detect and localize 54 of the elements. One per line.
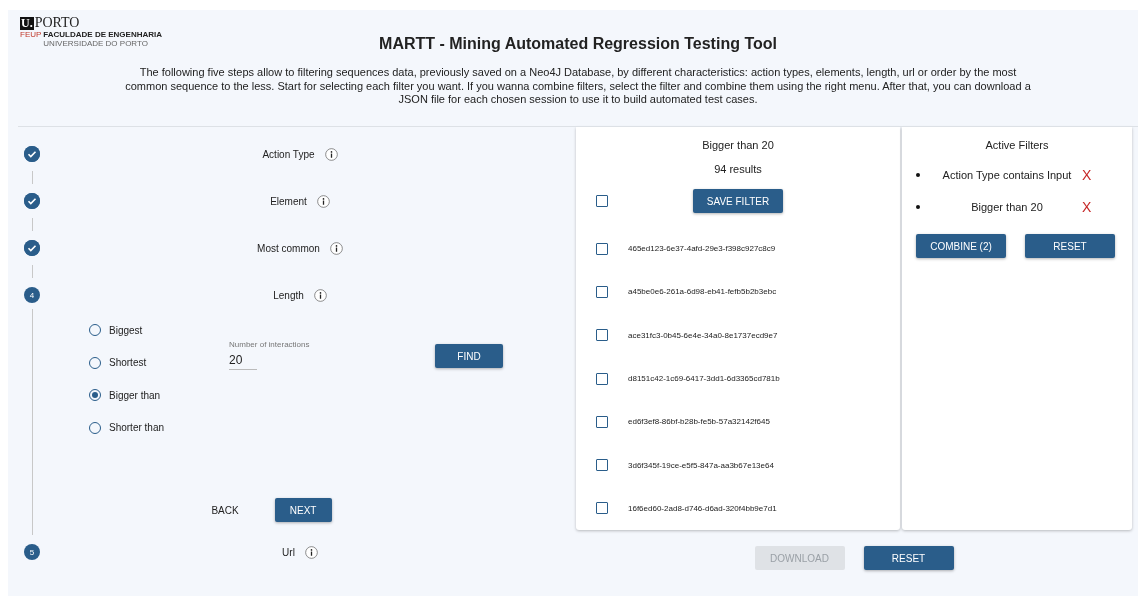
session-id: a45be0e6-261a-6d98-eb41-fefb5b2b3ebc: [628, 287, 777, 297]
remove-filter-button[interactable]: X: [1082, 199, 1092, 215]
remove-filter-button[interactable]: X: [1082, 167, 1092, 183]
bullet-icon: [916, 205, 920, 209]
select-all-checkbox[interactable]: [596, 195, 608, 207]
radio-label[interactable]: Shorter than: [109, 422, 165, 434]
page-title: MARTT - Mining Automated Regression Testing Tool: [379, 35, 777, 53]
session-checkbox[interactable]: [596, 415, 608, 428]
session-checkbox[interactable]: [596, 242, 608, 255]
session-checkbox[interactable]: [596, 329, 608, 342]
session-checkbox[interactable]: [596, 372, 608, 385]
university-logo: U.PORTO FEUP FACULDADE DE ENGENHARIA UNIVERSIDADE DO PORTO: [20, 16, 162, 48]
step-check-icon: [24, 146, 40, 162]
combine-button[interactable]: COMBINE (2): [916, 234, 1006, 258]
step-check-icon: [24, 193, 40, 209]
filters-title: Active Filters: [984, 139, 1050, 151]
info-icon[interactable]: [304, 545, 318, 559]
radio-label[interactable]: Biggest: [109, 324, 143, 336]
session-checkbox[interactable]: [596, 285, 608, 298]
session-id: 3d6f345f-19ce-e5f5-847a-aa3b67e13e64: [628, 460, 774, 470]
session-id: ace31fc3-0b45-6e4e-34a0-8e1737ecd9e7: [628, 330, 778, 340]
step-label[interactable]: Element: [270, 195, 307, 207]
info-icon[interactable]: [313, 288, 327, 302]
radio-label[interactable]: Shortest: [109, 357, 147, 369]
back-button[interactable]: BACK: [205, 498, 245, 522]
session-id: 16f6ed60-2ad8-d746-d6ad-320f4bb9e7d1: [628, 503, 777, 513]
session-id: 465ed123-6e37-4afd-29e3-f398c927c8c9: [628, 244, 776, 254]
results-count: 94 results: [713, 163, 763, 175]
session-checkbox[interactable]: [596, 459, 608, 472]
info-icon[interactable]: [316, 194, 330, 208]
step-label[interactable]: Most common: [257, 242, 320, 254]
reset-filters-button[interactable]: RESET: [1025, 234, 1115, 258]
description: The following five steps allow to filtering sequences data, previously saved on a Neo4J Database, by different characteristics: action types, elements, length, url or order by the most common sequence to the less. Start for selecting each filter you want. If you wanna combine filters, select the filter and combine them using the right menu. After that, you can download a JSON file for each chosen session to use it to build automated test cases.: [124, 66, 1032, 107]
info-icon[interactable]: [324, 147, 338, 161]
step-label[interactable]: Length: [273, 289, 304, 301]
info-icon[interactable]: [329, 241, 343, 255]
save-filter-button[interactable]: SAVE FILTER: [693, 189, 783, 213]
step-check-icon: [24, 240, 40, 256]
bullet-icon: [916, 173, 920, 177]
session-id: d8151c42-1c69-6417-3dd1-6d3365cd781b: [628, 374, 780, 384]
number-field[interactable]: Number of interactions 20: [229, 340, 319, 370]
step-number: 5: [24, 544, 40, 560]
step-number: 4: [24, 287, 40, 303]
filter-label: Action Type contains Input: [942, 169, 1072, 181]
radio-label[interactable]: Bigger than: [109, 389, 161, 401]
find-button[interactable]: FIND: [435, 344, 503, 368]
next-button[interactable]: NEXT: [274, 498, 332, 522]
step-label[interactable]: Action Type: [262, 148, 315, 160]
results-title: Bigger than 20: [701, 139, 775, 151]
reset-button[interactable]: RESET: [863, 546, 954, 571]
session-id: ed6f3ef8-86bf-b28b-fe5b-57a32142f645: [628, 417, 770, 427]
session-checkbox[interactable]: [596, 502, 608, 515]
filter-label: Bigger than 20: [970, 201, 1044, 213]
step-label[interactable]: Url: [282, 546, 295, 558]
